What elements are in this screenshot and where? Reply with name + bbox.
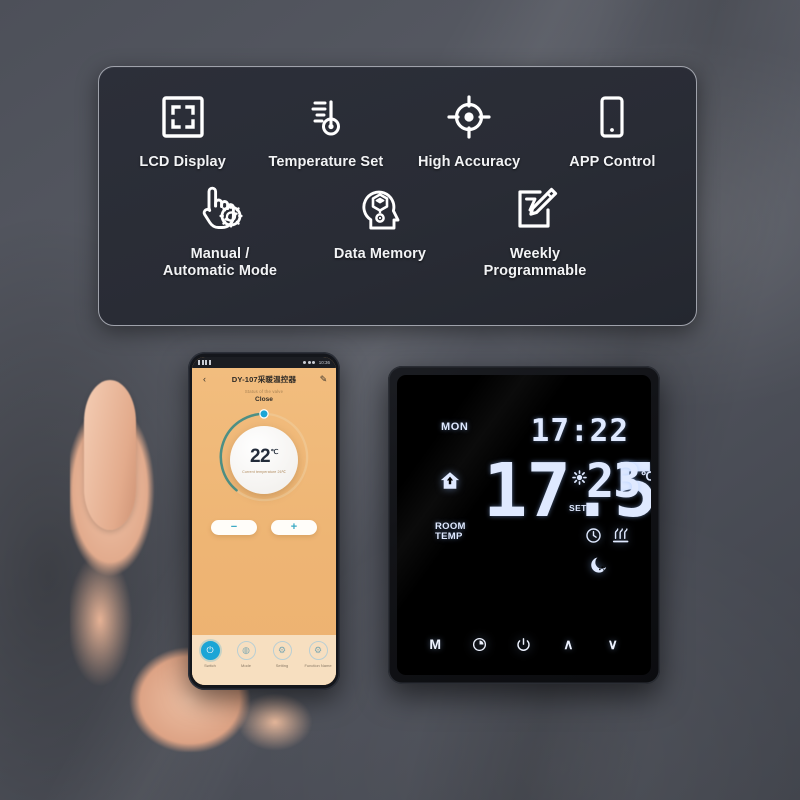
nav-item-mode[interactable]: ◍ Mode [228, 641, 264, 668]
thermostat-glass-panel: MON 17:22 ROOM TEMP 17.5℃ [397, 375, 651, 675]
house-arrow-icon [439, 470, 461, 497]
phone-screen: 10:36 ‹ DY-107采暖温控器 ✎ Status of the valv… [192, 357, 336, 685]
lcd-room-temp-label: ROOM TEMP [435, 522, 466, 542]
temperature-dial-wrap: 22℃ Current temperature 26℃ [192, 406, 336, 514]
app-header: ‹ DY-107采暖温控器 ✎ [192, 368, 336, 385]
feature-lcd-display: LCD Display [111, 89, 254, 171]
temperature-adjust-row: − + [192, 520, 336, 535]
feature-weekly-programmable: Weekly Programmable [455, 181, 615, 280]
feature-label: Data Memory [333, 246, 427, 263]
sun-flower-icon [572, 470, 587, 490]
feature-label-line2: Automatic Mode [162, 263, 278, 280]
thermostat-button-row: M ∧ ∨ [397, 631, 651, 657]
phone-in-hand: 10:36 ‹ DY-107采暖温控器 ✎ Status of the valv… [70, 352, 350, 752]
feature-manual-automatic-mode: Manual / Automatic Mode [135, 181, 305, 280]
feature-label: High Accuracy [417, 154, 521, 170]
network-dot-icon [307, 361, 311, 364]
nav-label: Setting [275, 663, 289, 668]
feature-label-line1: Manual / [190, 246, 250, 263]
thermostat-device: MON 17:22 ROOM TEMP 17.5℃ [388, 366, 660, 684]
feature-label-line2: Programmable [483, 263, 587, 280]
signal-icon [198, 360, 200, 365]
dial-temperature-value: 22 [249, 445, 271, 467]
flame-icon: ◍ [236, 641, 256, 660]
feature-row-1: LCD Display Temperature Set High Accurac… [99, 67, 696, 171]
dial-caption: Current temperature 26℃ [242, 469, 286, 474]
app-title: DY-107采暖温控器 [231, 375, 297, 384]
dial-temperature-unit: ℃ [270, 449, 279, 457]
clock-button[interactable] [467, 633, 493, 655]
feature-panel: LCD Display Temperature Set High Accurac… [98, 66, 697, 326]
nav-label: Mode [240, 663, 251, 668]
phone-status-bar: 10:36 [192, 357, 336, 368]
nav-label: Switch [204, 663, 216, 668]
feature-label-line1: Weekly [509, 246, 561, 263]
smartphone-icon [588, 89, 636, 145]
gear-icon: ⚙ [272, 641, 292, 660]
bluetooth-icon [208, 360, 211, 365]
feature-data-memory: Data Memory [305, 181, 455, 280]
lcd-set-temp-value: 23 [586, 454, 642, 509]
lcd-weekday: MON [441, 421, 469, 433]
lcd-set-temperature: 23℃ [586, 458, 651, 505]
dial-knob [259, 409, 269, 419]
up-button[interactable]: ∧ [555, 633, 581, 655]
valve-status-caption: Status of the valve [244, 389, 284, 394]
hand-gear-icon [193, 181, 247, 237]
head-memory-icon [356, 181, 404, 237]
menu-button[interactable]: M [422, 633, 448, 655]
app-bottom-nav: ⏻ Switch ◍ Mode ⚙ Setting ⚙ Function Nam… [192, 635, 336, 685]
feature-label: Manual / Automatic Mode [163, 246, 277, 280]
status-bar-right-icons: 10:36 [303, 360, 330, 365]
signal-dot-icon [303, 361, 307, 364]
decrease-temperature-button[interactable]: − [211, 520, 257, 535]
moon-night-icon [590, 555, 609, 579]
lcd-clock: 17:22 [530, 413, 629, 449]
lcd-room-label-line2: TEMP [435, 530, 463, 542]
feature-row-2: Manual / Automatic Mode Data Memory Week… [99, 171, 696, 280]
wifi-icon [201, 360, 204, 365]
lcd-display-icon [159, 89, 207, 145]
app-body: ‹ DY-107采暖温控器 ✎ Status of the valve Clos… [192, 368, 336, 685]
dial-center: 22℃ Current temperature 26℃ [230, 426, 298, 494]
down-button[interactable]: ∨ [600, 633, 626, 655]
pencil-icon[interactable]: ✎ [318, 375, 329, 384]
alarm-icon [205, 360, 207, 365]
status-bar-time: 10:36 [318, 360, 330, 365]
lcd-set-temp-unit: ℃ [640, 469, 651, 484]
thermometer-icon [302, 89, 350, 145]
clock-icon [586, 528, 601, 543]
feature-high-accuracy: High Accuracy [398, 89, 541, 171]
nav-item-switch[interactable]: ⏻ Switch [192, 641, 228, 668]
feature-label: APP Control [569, 154, 656, 170]
nav-item-setting[interactable]: ⚙ Setting [264, 641, 300, 668]
chevron-left-icon[interactable]: ‹ [199, 375, 210, 384]
feature-app-control: APP Control [541, 89, 684, 171]
power-icon: ⏻ [200, 641, 220, 660]
crosshair-target-icon [445, 89, 493, 145]
lcd-status-icons-row [585, 527, 630, 544]
lcd-screen: MON 17:22 ROOM TEMP 17.5℃ [397, 375, 651, 600]
gear-icon: ⚙ [308, 641, 328, 660]
smartphone-device: 10:36 ‹ DY-107采暖温控器 ✎ Status of the valv… [188, 352, 340, 690]
feature-label: Weekly Programmable [484, 246, 587, 280]
lcd-set-label: SET [569, 503, 587, 513]
heating-waves-icon [612, 528, 629, 543]
feature-label: LCD Display [139, 154, 226, 170]
battery-dot-icon [312, 361, 316, 364]
status-bar-left-icons [198, 360, 211, 365]
nav-label: Function Name [304, 663, 332, 668]
power-button[interactable] [511, 633, 537, 655]
dial-temperature: 22℃ [249, 445, 279, 467]
valve-status-value: Close [255, 396, 273, 403]
increase-temperature-button[interactable]: + [271, 520, 317, 535]
nav-item-function-name[interactable]: ⚙ Function Name [300, 641, 336, 668]
feature-label: Temperature Set [268, 154, 384, 170]
calendar-pencil-icon [511, 181, 559, 237]
feature-temperature-set: Temperature Set [254, 89, 397, 171]
